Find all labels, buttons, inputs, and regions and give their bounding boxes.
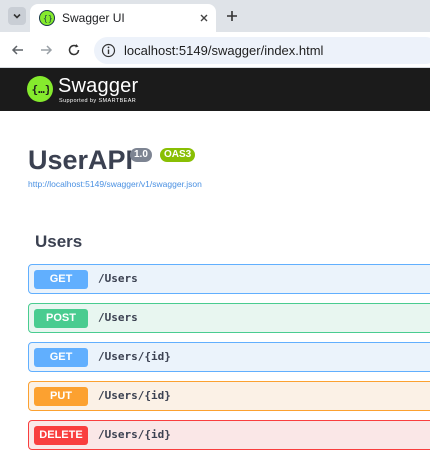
- swagger-logo-text[interactable]: Swagger: [58, 75, 138, 98]
- operation-get-users[interactable]: GET /Users: [28, 264, 430, 294]
- swagger-logo-icon[interactable]: {…}: [27, 76, 53, 102]
- swagger-topbar: {…} Swagger Supported by SMARTBEAR: [0, 68, 430, 111]
- swagger-favicon-icon: {}: [39, 10, 55, 26]
- operation-path: /Users: [98, 272, 138, 285]
- swagger-json-link[interactable]: http://localhost:5149/swagger/v1/swagger…: [28, 179, 202, 189]
- method-badge-get: GET: [34, 270, 88, 289]
- operation-path: /Users/{id}: [98, 350, 171, 363]
- operation-path: /Users: [98, 311, 138, 324]
- operation-get-user-by-id[interactable]: GET /Users/{id}: [28, 342, 430, 372]
- method-badge-put: PUT: [34, 387, 88, 406]
- api-title: UserAPI: [28, 145, 134, 175]
- tag-section-users[interactable]: Users: [35, 232, 82, 252]
- version-badge: 1.0: [130, 148, 152, 162]
- browser-tab-swagger-ui[interactable]: {} Swagger UI: [30, 4, 216, 32]
- method-badge-delete: DELETE: [34, 426, 88, 445]
- close-tab-icon[interactable]: [196, 10, 212, 26]
- operation-path: /Users/{id}: [98, 389, 171, 402]
- operation-post-users[interactable]: POST /Users: [28, 303, 430, 333]
- browser-toolbar: localhost:5149/swagger/index.html: [0, 32, 430, 68]
- smartbear-subtext: Supported by SMARTBEAR: [59, 98, 137, 104]
- reload-icon[interactable]: [65, 41, 83, 59]
- address-bar[interactable]: localhost:5149/swagger/index.html: [94, 37, 430, 64]
- back-arrow-icon[interactable]: [9, 41, 27, 59]
- method-badge-post: POST: [34, 309, 88, 328]
- forward-arrow-icon[interactable]: [37, 41, 55, 59]
- svg-text:{…}: {…}: [32, 83, 50, 96]
- svg-text:{}: {}: [43, 14, 52, 23]
- browser-tab-bar: {} Swagger UI: [0, 0, 430, 32]
- oas-badge: OAS3: [160, 148, 196, 162]
- new-tab-plus-icon[interactable]: [223, 7, 241, 25]
- operation-path: /Users/{id}: [98, 428, 171, 441]
- operation-put-user[interactable]: PUT /Users/{id}: [28, 381, 430, 411]
- method-badge-get: GET: [34, 348, 88, 367]
- site-info-icon[interactable]: [100, 42, 117, 59]
- tab-search-chevron-icon[interactable]: [8, 7, 26, 25]
- tab-title: Swagger UI: [62, 11, 125, 25]
- url-text[interactable]: localhost:5149/swagger/index.html: [124, 43, 323, 58]
- operation-delete-user[interactable]: DELETE /Users/{id}: [28, 420, 430, 450]
